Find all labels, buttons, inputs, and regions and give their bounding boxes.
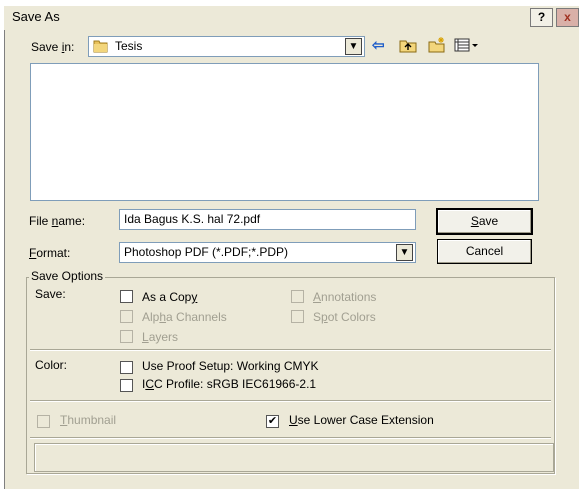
save-button[interactable]: Save	[437, 209, 532, 234]
layers-checkbox[interactable]	[120, 330, 133, 343]
spot-colors-label: Spot Colors	[313, 310, 376, 324]
format-label: Format:	[29, 246, 71, 260]
annotations-label: Annotations	[313, 290, 377, 304]
save-in-label: Save in:	[31, 40, 75, 54]
new-folder-icon[interactable]	[428, 37, 446, 57]
help-icon: ?	[537, 10, 546, 24]
annotations-checkbox[interactable]	[291, 290, 304, 303]
chevron-down-icon[interactable]: ▼	[396, 244, 413, 261]
view-menu-icon[interactable]	[454, 37, 478, 57]
divider	[30, 400, 551, 402]
close-button[interactable]: x	[556, 8, 579, 27]
up-folder-icon[interactable]	[399, 37, 417, 57]
thumbnail-checkbox[interactable]	[37, 415, 50, 428]
color-section-label: Color:	[35, 358, 68, 372]
format-value: Photoshop PDF (*.PDF;*.PDP)	[124, 245, 289, 259]
alpha-channels-label: Alpha Channels	[142, 310, 227, 324]
save-section-label: Save:	[35, 287, 66, 301]
icc-profile-checkbox[interactable]	[120, 379, 133, 392]
title-bar	[4, 6, 579, 30]
save-in-dropdown[interactable]: Tesis ▼	[88, 36, 365, 57]
layers-label: Layers	[142, 330, 179, 344]
divider	[30, 437, 551, 439]
file-list[interactable]	[30, 63, 539, 201]
lower-case-extension-checkbox[interactable]: ✔	[266, 415, 279, 428]
spot-colors-checkbox[interactable]	[291, 310, 304, 323]
thumbnail-label: Thumbnail	[60, 413, 117, 427]
file-name-input[interactable]: Ida Bagus K.S. hal 72.pdf	[119, 209, 416, 230]
window-title: Save As	[12, 9, 60, 24]
save-in-value: Tesis	[115, 39, 143, 53]
lower-case-extension-label: Use Lower Case Extension	[289, 413, 434, 427]
close-icon: x	[564, 10, 571, 24]
message-area	[34, 443, 554, 472]
use-proof-setup-checkbox[interactable]	[120, 361, 133, 374]
icc-profile-label: ICC Profile: sRGB IEC61966-2.1	[142, 377, 317, 391]
use-proof-setup-label: Use Proof Setup: Working CMYK	[142, 359, 319, 373]
folder-icon	[93, 38, 108, 53]
cancel-button[interactable]: Cancel	[437, 239, 532, 264]
chevron-down-icon[interactable]: ▼	[345, 38, 362, 55]
file-name-label: File name:	[29, 214, 86, 228]
as-a-copy-label: As a Copy	[142, 290, 198, 304]
alpha-channels-checkbox[interactable]	[120, 310, 133, 323]
help-button[interactable]: ?	[530, 8, 553, 27]
format-dropdown[interactable]: Photoshop PDF (*.PDF;*.PDP) ▼	[119, 242, 416, 263]
save-options-title: Save Options	[29, 269, 106, 283]
as-a-copy-checkbox[interactable]	[120, 290, 133, 303]
back-icon[interactable]: ⇦	[372, 38, 385, 54]
divider	[30, 349, 551, 351]
